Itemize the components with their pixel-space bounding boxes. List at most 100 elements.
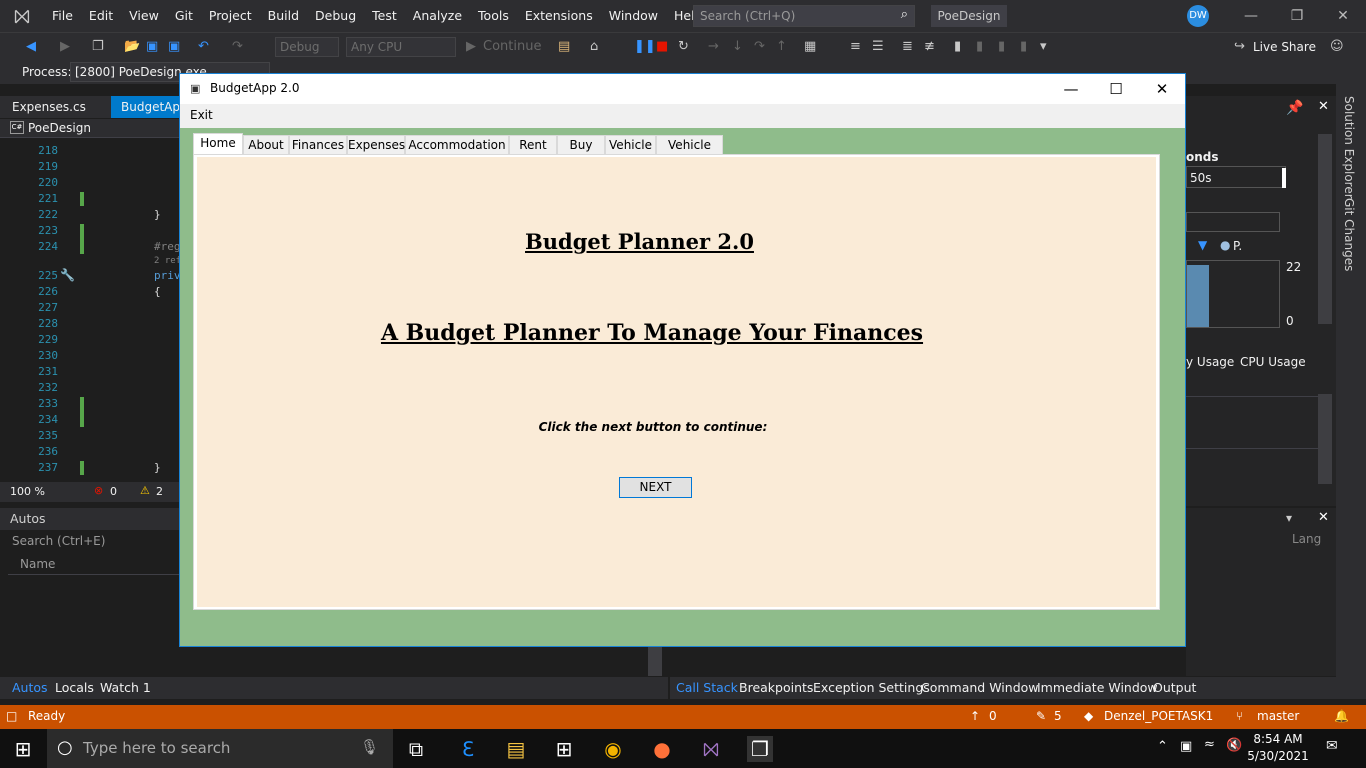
tab-command-window[interactable]: Command Window [921, 680, 1039, 695]
push-icon[interactable]: ↑ [970, 709, 980, 723]
solution-name-badge[interactable]: PoeDesign [931, 5, 1007, 27]
restore-icon[interactable]: ❐ [1274, 0, 1320, 32]
diag-scrollbar[interactable] [1318, 134, 1332, 324]
next-button[interactable]: NEXT [619, 477, 692, 498]
step-out-icon[interactable]: ↑ [776, 39, 787, 54]
tab-buy[interactable]: Buy [557, 135, 605, 155]
taskbar-search-input[interactable]: ○ Type here to search 🎙 [47, 729, 393, 768]
network-icon[interactable]: ▣ [1180, 739, 1192, 754]
stop-icon[interactable]: ■ [656, 39, 668, 54]
push-count[interactable]: 0 [989, 709, 997, 723]
pencil-icon[interactable]: ✎ [1036, 709, 1046, 723]
tab-call-stack[interactable]: Call Stack [676, 680, 738, 695]
redo-icon[interactable]: ↷ [232, 39, 243, 54]
tab-autos[interactable]: Autos [12, 680, 48, 695]
wifi-icon[interactable]: ≈ [1204, 737, 1215, 752]
menu-debug[interactable]: Debug [307, 0, 364, 32]
prev-bookmark-icon[interactable]: ▮ [976, 39, 983, 54]
edit-count[interactable]: 5 [1054, 709, 1062, 723]
ide-search-input[interactable]: Search (Ctrl+Q) ⌕ [693, 5, 915, 27]
panel-dropdown-icon[interactable]: ▾ [1286, 511, 1292, 525]
diag-timeline-ruler[interactable]: 50s [1186, 166, 1286, 188]
menu-extensions[interactable]: Extensions [517, 0, 601, 32]
close-icon[interactable]: ✕ [1320, 0, 1366, 32]
branch-name[interactable]: master [1257, 709, 1299, 723]
lang-column[interactable]: Lang [1292, 532, 1321, 546]
app-maximize-icon[interactable]: ☐ [1093, 74, 1139, 104]
budget-app-task-icon[interactable]: ❐ [747, 736, 773, 762]
action-center-icon[interactable]: ✉ [1326, 738, 1338, 754]
tab-output[interactable]: Output [1153, 680, 1196, 695]
app-minimize-icon[interactable]: — [1048, 74, 1094, 104]
tab-locals[interactable]: Locals [55, 680, 94, 695]
microphone-icon[interactable]: 🎙 [360, 738, 379, 756]
tab-breakpoints[interactable]: Breakpoints [739, 680, 813, 695]
tab-vehicle[interactable]: Vehicle [605, 135, 656, 155]
bookmark-icon[interactable]: ▮ [954, 39, 961, 54]
new-project-icon[interactable]: ❐ [92, 39, 104, 54]
chrome-icon[interactable]: ◉ [600, 736, 626, 762]
project-name[interactable]: PoeDesign [28, 121, 91, 135]
tab-home[interactable]: Home [193, 133, 243, 156]
menu-view[interactable]: View [121, 0, 167, 32]
notifications-icon[interactable]: 🔔 [1334, 709, 1349, 723]
app-titlebar[interactable]: ▣ BudgetApp 2.0 — ☐ ✕ [180, 74, 1185, 104]
tray-chevron-icon[interactable]: ⌃ [1157, 739, 1168, 754]
timeline-cursor[interactable] [1282, 168, 1286, 188]
error-count[interactable]: 0 [110, 485, 117, 498]
tab-expenses[interactable]: Expenses [347, 135, 405, 155]
diag-filter-input[interactable] [1186, 212, 1280, 232]
live-share-button[interactable]: Live Share [1253, 40, 1316, 54]
visual-studio-icon[interactable]: ⨝ [698, 736, 724, 762]
tab-expenses-cs[interactable]: Expenses.cs [2, 96, 96, 118]
zoom-level[interactable]: 100 % [10, 485, 45, 498]
open-folder-icon[interactable]: 📂 [124, 39, 140, 54]
panel-close-icon[interactable]: ✕ [1318, 510, 1329, 525]
code-editor[interactable]: 218 219 220 221 222 223 224 225 226 227 … [0, 138, 190, 482]
menu-build[interactable]: Build [260, 0, 307, 32]
toolbar-overflow-icon[interactable]: ▾ [1040, 39, 1047, 54]
panel-close-icon[interactable]: ✕ [1318, 99, 1329, 114]
store-icon[interactable]: ⊞ [551, 736, 577, 762]
minimize-icon[interactable]: — [1228, 0, 1274, 32]
step-into-icon[interactable]: ↓ [732, 39, 743, 54]
stack-icon[interactable]: ☰ [872, 39, 884, 54]
visual-studio-logo-icon[interactable]: ⨝ [0, 0, 44, 32]
save-all-icon[interactable]: ▣ [168, 39, 180, 54]
tab-immediate-window[interactable]: Immediate Window [1037, 680, 1158, 695]
outdent-icon[interactable]: ≢ [924, 39, 935, 54]
taskbar-clock[interactable]: 8:54 AM 5/30/2021 [1247, 731, 1309, 765]
warning-count[interactable]: 2 [156, 485, 163, 498]
app-close-icon[interactable]: ✕ [1139, 74, 1185, 104]
undo-icon[interactable]: ↶ [198, 39, 209, 54]
task-view-icon[interactable]: ⧉ [403, 736, 429, 762]
pause-icon[interactable]: ❚❚ [634, 39, 656, 54]
tab-exception-settings[interactable]: Exception Settings [813, 680, 930, 695]
hex-display-icon[interactable]: ▦ [804, 39, 816, 54]
continue-label[interactable]: Continue [483, 39, 541, 54]
thread-icon[interactable]: ≡ [850, 39, 861, 54]
menu-tools[interactable]: Tools [470, 0, 517, 32]
menu-window[interactable]: Window [601, 0, 666, 32]
menu-exit[interactable]: Exit [190, 108, 213, 122]
attach-icon[interactable]: ▤ [558, 39, 570, 54]
show-next-statement-icon[interactable]: → [708, 39, 719, 54]
windows-start-icon[interactable]: ⊞ [10, 736, 36, 762]
tab-rent[interactable]: Rent [509, 135, 557, 155]
autos-search-input[interactable]: Search (Ctrl+E) [8, 532, 180, 552]
forward-icon[interactable]: ▶ [60, 39, 70, 54]
indent-icon[interactable]: ≣ [902, 39, 913, 54]
tab-accommodation[interactable]: Accommodation [405, 135, 509, 155]
branch-icon[interactable]: ⑂ [1236, 709, 1243, 723]
tab-cpu-usage[interactable]: CPU Usage [1240, 355, 1306, 369]
repo-name[interactable]: Denzel_POETASK1 [1104, 709, 1213, 723]
hot-reload-icon[interactable]: ⌂ [590, 39, 598, 54]
tab-vehicle-buy[interactable]: Vehicle Buy [656, 135, 723, 170]
menu-project[interactable]: Project [201, 0, 260, 32]
diag-scrollbar-2[interactable] [1318, 394, 1332, 484]
pin-icon[interactable]: 📌 [1286, 100, 1303, 116]
back-icon[interactable]: ◀ [26, 39, 36, 54]
tab-about[interactable]: About [243, 135, 289, 155]
platform-select[interactable]: Any CPU [346, 37, 456, 57]
menu-git[interactable]: Git [167, 0, 201, 32]
